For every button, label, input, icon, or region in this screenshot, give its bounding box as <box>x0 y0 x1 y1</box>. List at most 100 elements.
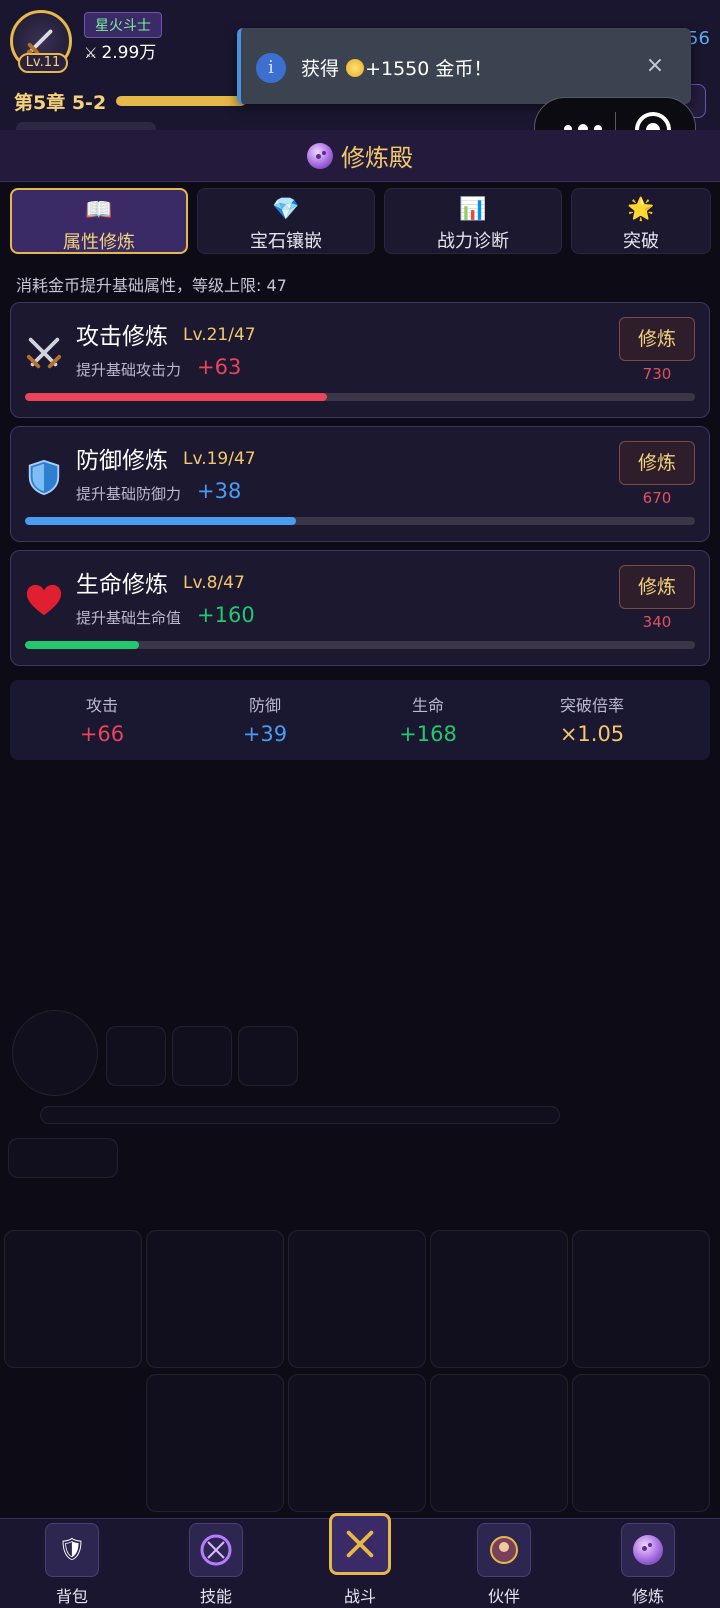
tab-gem-inlay[interactable]: 💎 宝石镶嵌 <box>197 188 375 254</box>
card-title: 生命修炼 <box>76 572 168 598</box>
heart-icon <box>25 581 63 621</box>
bg-equip-slot <box>572 1374 710 1512</box>
summary-life: 生命 +168 <box>348 692 508 746</box>
book-icon: 📖 <box>85 198 113 223</box>
player-name: 星火斗士 <box>84 12 162 38</box>
bg-skill-slot <box>238 1026 298 1086</box>
chapter-progress-bar <box>116 96 246 106</box>
tab-label: 战力诊断 <box>437 231 509 252</box>
nav-label: 技能 <box>199 1587 232 1606</box>
bg-skill-slot <box>172 1026 232 1086</box>
summary-breakthrough: 突破倍率 ×1.05 <box>512 692 672 746</box>
stats-summary: 攻击 +66 防御 +39 生命 +168 突破倍率 ×1.05 <box>10 680 710 760</box>
partner-icon <box>477 1523 531 1577</box>
bg-equip-slot <box>4 1230 142 1368</box>
card-cost: 730 <box>642 365 672 383</box>
summary-label: 生命 <box>411 696 444 715</box>
bg-progress-bar <box>40 1106 560 1124</box>
progress-fill <box>25 517 297 525</box>
page-title: 修炼殿 <box>341 144 413 172</box>
defense-training-card: 防御修炼 Lv.19/47 提升基础防御力 +38 修炼 670 <box>10 426 710 542</box>
bottom-nav: 🛡 背包 技能 战斗 伙伴 修炼 <box>0 1513 720 1608</box>
tab-breakthrough[interactable]: 🌟 突破 <box>571 188 711 254</box>
card-level: Lv.21/47 <box>183 325 256 345</box>
toast-prefix: 获得 <box>301 58 340 80</box>
bg-skill-slot <box>106 1026 166 1086</box>
info-icon: i <box>256 53 286 83</box>
card-subtitle: 提升基础生命值 <box>76 609 182 627</box>
nav-label: 战斗 <box>343 1587 376 1606</box>
battle-swords-icon <box>329 1513 391 1575</box>
toast-message: 获得 +1550 金币！ <box>301 54 492 81</box>
progress-fill <box>25 641 139 649</box>
combat-power-value: 2.99万 <box>101 43 157 63</box>
summary-value: +66 <box>79 722 125 746</box>
progress-track <box>25 517 695 525</box>
life-training-card: 生命修炼 Lv.8/47 提升基础生命值 +160 修炼 340 <box>10 550 710 666</box>
tab-power-diagnosis[interactable]: 📊 战力诊断 <box>384 188 562 254</box>
tab-label: 宝石镶嵌 <box>250 231 322 252</box>
summary-attack: 攻击 +66 <box>22 692 182 746</box>
progress-fill <box>25 393 327 401</box>
bg-equip-slot <box>146 1374 284 1512</box>
combat-power: ⚔ 2.99万 <box>84 38 156 63</box>
card-level: Lv.19/47 <box>183 449 256 469</box>
attack-training-card: 攻击修炼 Lv.21/47 提升基础攻击力 +63 修炼 730 <box>10 302 710 418</box>
card-title: 攻击修炼 <box>76 324 168 350</box>
summary-value: ×1.05 <box>559 722 625 746</box>
summary-value: +168 <box>399 722 457 746</box>
card-subtitle: 提升基础攻击力 <box>76 361 182 379</box>
card-cost: 340 <box>642 613 672 631</box>
crossed-swords-icon <box>25 333 63 373</box>
bg-equip-slot <box>572 1230 710 1368</box>
card-title: 防御修炼 <box>76 448 168 474</box>
nav-backpack[interactable]: 🛡 背包 <box>0 1519 144 1608</box>
bar-chart-icon: 📊 <box>459 197 487 222</box>
summary-label: 攻击 <box>85 696 118 715</box>
training-description: 消耗金币提升基础属性，等级上限: 47 <box>16 276 287 295</box>
crossed-swords-icon: ⚔ <box>84 44 98 62</box>
nav-skills[interactable]: 技能 <box>144 1519 288 1608</box>
magic-circle-icon <box>189 1523 243 1577</box>
bg-equip-slot <box>430 1230 568 1368</box>
player-level-badge: Lv.11 <box>18 53 68 73</box>
panel-header: 修炼殿 <box>0 130 720 182</box>
train-defense-button[interactable]: 修炼 <box>619 441 695 485</box>
card-level: Lv.8/47 <box>183 573 245 593</box>
progress-track <box>25 641 695 649</box>
summary-defense: 防御 +39 <box>185 692 345 746</box>
nav-label: 修炼 <box>631 1587 664 1606</box>
bg-equip-slot <box>146 1230 284 1368</box>
toast-amount: +1550 金币！ <box>365 58 493 80</box>
close-icon[interactable]: × <box>639 50 671 82</box>
card-cost: 670 <box>642 489 672 507</box>
bg-equip-slot <box>288 1230 426 1368</box>
nav-battle[interactable]: 战斗 <box>288 1513 432 1608</box>
card-bonus: +63 <box>197 355 242 379</box>
tab-label: 属性修炼 <box>63 232 135 253</box>
coin-icon <box>346 59 365 77</box>
card-bonus: +38 <box>197 479 242 503</box>
nav-label: 背包 <box>55 1587 88 1606</box>
bg-skill-slot <box>12 1010 98 1096</box>
bg-equip-slot <box>288 1374 426 1512</box>
crystal-ball-icon <box>307 142 333 169</box>
tab-bar: 📖 属性修炼 💎 宝石镶嵌 📊 战力诊断 🌟 突破 <box>10 188 711 254</box>
tab-attribute-training[interactable]: 📖 属性修炼 <box>10 188 188 254</box>
nav-training[interactable]: 修炼 <box>576 1519 720 1608</box>
summary-label: 突破倍率 <box>559 696 624 715</box>
chapter-label: 第5章 5-2 <box>14 92 107 114</box>
shield-icon <box>25 457 63 497</box>
tab-label: 突破 <box>623 231 659 252</box>
card-subtitle: 提升基础防御力 <box>76 485 182 503</box>
train-life-button[interactable]: 修炼 <box>619 565 695 609</box>
bg-equip-slot <box>430 1374 568 1512</box>
shield-bag-icon: 🛡 <box>45 1523 99 1577</box>
nav-label: 伙伴 <box>487 1587 520 1606</box>
reward-toast: i 获得 +1550 金币！ × <box>237 28 691 104</box>
burst-icon: 🌟 <box>627 197 655 222</box>
nav-partners[interactable]: 伙伴 <box>432 1519 576 1608</box>
diamond-icon: 💎 <box>272 197 300 222</box>
crystal-ball-icon <box>621 1523 675 1577</box>
train-attack-button[interactable]: 修炼 <box>619 317 695 361</box>
